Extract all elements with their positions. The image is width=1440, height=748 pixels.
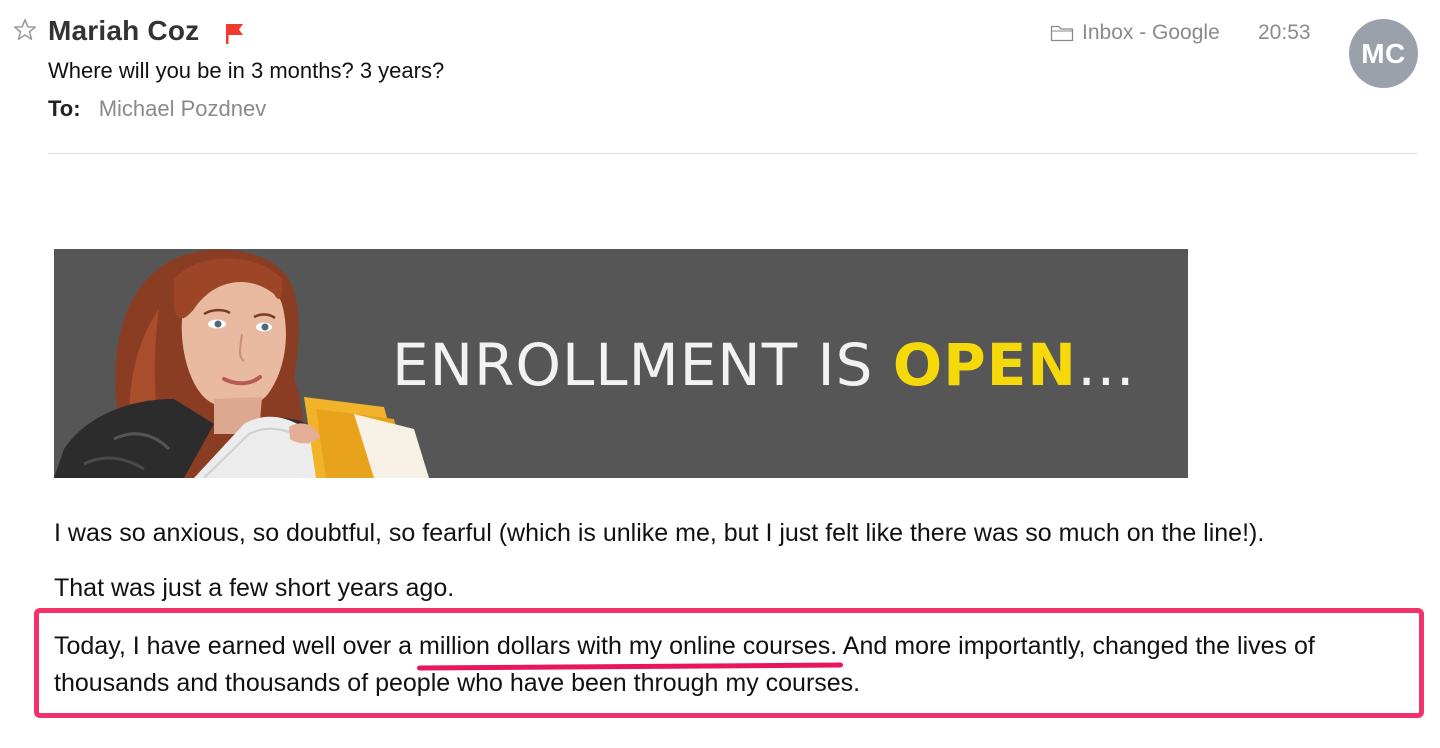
header-divider: [48, 153, 1418, 154]
paragraph-3-line-2: thousands and thousands of people who ha…: [54, 669, 861, 697]
banner-headline: ENROLLMENT IS OPEN…: [392, 331, 1136, 399]
enrollment-banner[interactable]: ENROLLMENT IS OPEN…: [54, 249, 1188, 478]
body-paragraph-3: Today, I have earned well over a million…: [54, 628, 1315, 702]
flag-icon[interactable]: [224, 22, 246, 46]
banner-text-main: ENROLLMENT IS: [392, 331, 893, 399]
paragraph-3-lead: Today, I have earned well over a: [54, 632, 420, 660]
star-icon[interactable]: [12, 17, 38, 43]
body-paragraph-2: That was just a few short years ago.: [54, 574, 455, 602]
underlined-phrase: million dollars with my online courses.: [417, 628, 844, 671]
email-message-view: Mariah Coz Where will you be in 3 months…: [0, 0, 1440, 748]
paragraph-3-line-1: Today, I have earned well over a million…: [54, 628, 1315, 671]
underlined-phrase-text: million dollars with my online courses.: [419, 632, 838, 660]
sender-name[interactable]: Mariah Coz: [48, 15, 199, 47]
email-subject: Where will you be in 3 months? 3 years?: [48, 58, 445, 83]
sender-avatar[interactable]: MC: [1349, 19, 1418, 88]
to-label: To:: [48, 96, 81, 121]
recipient-row: To: Michael Pozdnev: [48, 96, 266, 122]
mailbox-label[interactable]: Inbox - Google: [1050, 21, 1220, 45]
banner-text-trail: …: [1076, 331, 1136, 399]
body-paragraph-1: I was so anxious, so doubtful, so fearfu…: [54, 519, 1265, 547]
recipient-name[interactable]: Michael Pozdnev: [99, 96, 267, 121]
mailbox-name: Inbox - Google: [1082, 21, 1220, 44]
folder-icon: [1050, 25, 1074, 42]
banner-text-accent: OPEN: [892, 331, 1077, 399]
received-time: 20:53: [1258, 21, 1311, 44]
paragraph-3-tail: And more importantly, changed the lives …: [837, 632, 1315, 660]
